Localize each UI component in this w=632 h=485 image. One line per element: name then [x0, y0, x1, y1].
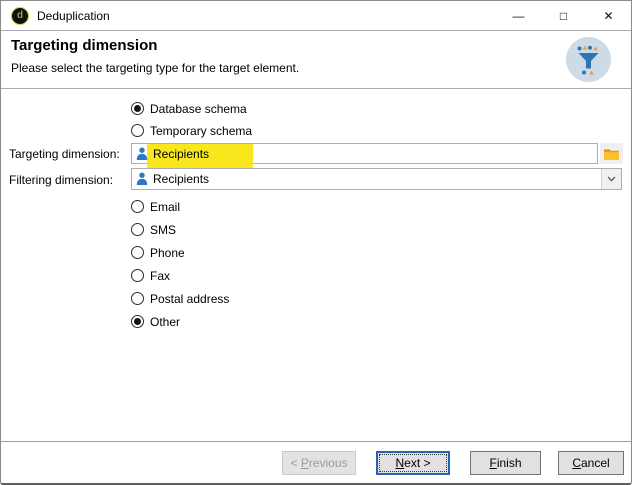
button-label: ancel: [580, 456, 610, 470]
targeting-dimension-value: Recipients: [153, 146, 210, 161]
app-icon: d: [11, 6, 29, 25]
footer-separator: [1, 441, 631, 442]
radio-label: Database schema: [150, 101, 247, 116]
radio-label: Other: [150, 314, 181, 329]
radio-label: Postal address: [150, 291, 230, 306]
maximize-icon: □: [559, 8, 568, 23]
chevron-down-icon: [607, 176, 616, 182]
dropdown-button[interactable]: [601, 169, 621, 189]
cancel-button[interactable]: Cancel: [558, 451, 624, 475]
radio-icon: [131, 246, 144, 259]
filtering-dimension-label: Filtering dimension:: [9, 173, 114, 187]
button-label: C: [572, 456, 581, 470]
page-title: Targeting dimension: [11, 37, 158, 54]
radio-icon: [131, 315, 144, 328]
radio-label: Fax: [150, 268, 171, 283]
button-label: revious: [308, 456, 348, 470]
person-icon: [136, 172, 148, 186]
filtering-dimension-dropdown[interactable]: Recipients: [131, 168, 622, 190]
close-icon: ✕: [603, 8, 614, 23]
minimize-button[interactable]: —: [496, 1, 541, 30]
button-label: P: [300, 456, 309, 470]
button-label: N: [395, 456, 405, 470]
button-label: F: [489, 456, 497, 470]
radio-icon: [131, 223, 144, 236]
radio-icon: [131, 124, 144, 137]
radio-icon: [131, 269, 144, 282]
radio-temporary-schema[interactable]: Temporary schema: [131, 123, 252, 138]
window-controls: — □ ✕: [496, 1, 631, 30]
radio-label: SMS: [150, 222, 177, 237]
maximize-button[interactable]: □: [541, 1, 586, 30]
folder-icon: [604, 148, 619, 160]
targeting-dimension-label: Targeting dimension:: [9, 147, 120, 161]
titlebar[interactable]: d Deduplication — □ ✕: [1, 1, 631, 31]
app-icon-glyph: d: [16, 10, 24, 21]
deduplication-dialog: d Deduplication — □ ✕ Targeting dimensio…: [0, 0, 632, 485]
finish-button[interactable]: Finish: [470, 451, 541, 475]
radio-database-schema[interactable]: Database schema: [131, 101, 247, 116]
button-label: <: [290, 456, 301, 470]
button-label: inish: [496, 456, 522, 470]
browse-folder-button[interactable]: [600, 143, 623, 164]
person-icon: [136, 147, 148, 161]
radio-icon: [131, 102, 144, 115]
close-button[interactable]: ✕: [586, 1, 631, 30]
wizard-header: Targeting dimension Please select the ta…: [1, 32, 631, 89]
radio-label: Temporary schema: [150, 123, 253, 138]
radio-other[interactable]: Other: [131, 314, 180, 329]
radio-icon: [131, 200, 144, 213]
minimize-icon: —: [512, 8, 525, 23]
radio-phone[interactable]: Phone: [131, 245, 185, 260]
button-label: ext >: [404, 456, 431, 470]
page-subtitle: Please select the targeting type for the…: [11, 61, 300, 75]
filtering-dimension-value: Recipients: [153, 172, 210, 186]
filter-funnel-icon: [566, 37, 611, 82]
radio-label: Phone: [150, 245, 185, 260]
radio-postal-address[interactable]: Postal address: [131, 291, 229, 306]
radio-fax[interactable]: Fax: [131, 268, 170, 283]
window-title: Deduplication: [37, 8, 110, 23]
radio-label: Email: [150, 199, 181, 214]
radio-email[interactable]: Email: [131, 199, 180, 214]
next-button[interactable]: Next >: [376, 451, 450, 475]
radio-icon: [131, 292, 144, 305]
radio-sms[interactable]: SMS: [131, 222, 176, 237]
previous-button[interactable]: < Previous: [282, 451, 356, 475]
